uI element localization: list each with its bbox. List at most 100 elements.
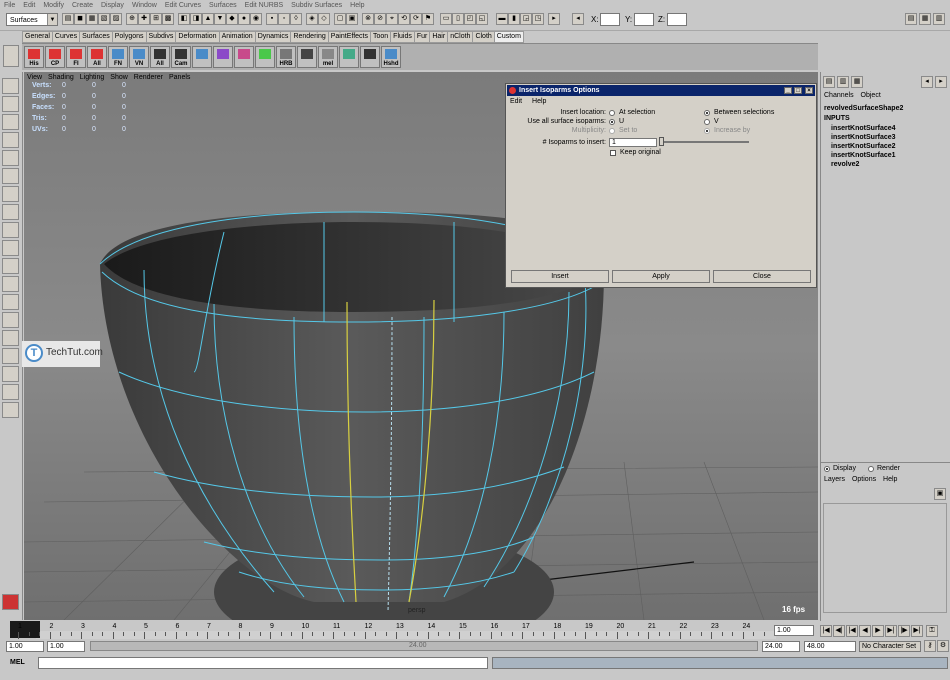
mel-label[interactable]: MEL [10,659,25,666]
step-back-icon[interactable]: ◀| [833,625,845,637]
new-layer-icon[interactable]: ▣ [934,488,946,500]
dialog-menu-help[interactable]: Help [532,98,546,105]
toolbar-tool-icon[interactable]: ◇ [318,13,330,25]
toolbar-tool-icon[interactable]: ⚑ [422,13,434,25]
toolbar-tool-icon[interactable]: ▬ [496,13,508,25]
layer-list[interactable] [823,503,947,613]
tool-settings-icon[interactable]: ▥ [933,13,945,25]
toolbar-tool-icon[interactable]: ◈ [306,13,318,25]
shelf-button-16[interactable] [360,46,380,68]
radio-increase-by[interactable] [704,128,710,134]
layout-four-icon[interactable] [2,294,19,310]
character-set-select[interactable]: No Character Set [859,641,921,652]
shelf-tab-surfaces[interactable]: Surfaces [79,31,113,43]
shelf-scroll[interactable] [938,30,948,68]
shelf-tab-dynamics[interactable]: Dynamics [254,31,292,43]
shelf-button-6[interactable]: All [150,46,170,68]
toolbar-tool-icon[interactable]: ▲ [202,13,214,25]
shelf-button-1[interactable]: CP [45,46,65,68]
menu-options[interactable]: Options [852,476,876,483]
scroll-up-icon[interactable]: ◂ [921,76,933,88]
scroll-down-icon[interactable]: ▸ [935,76,947,88]
shelf-button-8[interactable] [192,46,212,68]
playback-start-field[interactable]: 1.00 [47,641,85,652]
shelf-button-13[interactable] [297,46,317,68]
y-field[interactable] [634,13,654,26]
current-frame-marker[interactable] [10,621,40,638]
insert-button[interactable]: Insert [511,270,609,283]
shelf-button-14[interactable]: mel [318,46,338,68]
show-manip-icon[interactable] [2,240,19,256]
shelf-button-17[interactable]: Hshd [381,46,401,68]
close-icon[interactable]: × [805,87,813,94]
shelf-tab-curves[interactable]: Curves [51,31,81,43]
menu-layers[interactable]: Layers [824,476,845,483]
toolbar-tool-icon[interactable]: ▫ [278,13,290,25]
layout-hypershade-icon[interactable] [2,366,19,382]
toolbar-tool-icon[interactable]: ◧ [178,13,190,25]
toolbar-tool-icon[interactable]: ▢ [334,13,346,25]
shelf-tab-general[interactable]: General [22,31,53,43]
toolbar-tool-icon[interactable]: ◊ [290,13,302,25]
menu-channels[interactable]: Channels [824,92,854,99]
toolbar-tool-icon[interactable]: ⊗ [362,13,374,25]
dialog-titlebar[interactable]: Insert Isoparms Options _ □ × [507,85,815,96]
menu-help[interactable]: Help [883,476,897,483]
shelf-button-12[interactable]: HRB [276,46,296,68]
sculpt-icon[interactable] [2,222,19,238]
apply-button[interactable]: Apply [612,270,710,283]
isoparms-slider-handle[interactable] [659,137,664,146]
shelf-tab-hair[interactable]: Hair [429,31,449,43]
last-tool-icon[interactable] [2,258,19,274]
toolbar-tool-icon[interactable]: ▣ [346,13,358,25]
layout-persp-icon[interactable] [2,312,19,328]
lasso-tool-icon[interactable] [2,96,19,112]
layer-editor-icon[interactable]: ▥ [837,76,849,88]
toolbar-tool-icon[interactable]: ▧ [98,13,110,25]
layout-graph-icon[interactable] [2,348,19,364]
scale-tool-icon[interactable] [2,168,19,184]
input-node[interactable]: insertKnotSurface4 [831,125,896,132]
toolbar-tool-icon[interactable]: ◼ [74,13,86,25]
channel-layer-icon[interactable]: ▦ [851,76,863,88]
viewport-menu-panels[interactable]: Panels [166,73,193,83]
toolbar-tool-icon[interactable]: ◆ [226,13,238,25]
time-slider[interactable]: 1 2 3 4 5 6 7 8 9 10 11 12 13 14 15 16 17 18 19 20 21 22 23 24 [0,621,818,639]
play-backwards-icon[interactable]: ◀ [859,625,871,637]
toolbar-tool-icon[interactable]: ◲ [520,13,532,25]
toolbar-tool-icon[interactable]: ◰ [464,13,476,25]
viewport-menu-show[interactable]: Show [107,73,131,83]
toolbar-tool-icon[interactable]: ◉ [250,13,262,25]
toolbar-tool-icon[interactable]: ◱ [476,13,488,25]
shelf-button-11[interactable] [255,46,275,68]
x-field[interactable] [600,13,620,26]
radio-v[interactable] [704,119,710,125]
move-tool-icon[interactable] [2,132,19,148]
shelf-tab-fur[interactable]: Fur [413,31,431,43]
shelf-button-7[interactable]: Cam [171,46,191,68]
dialog-menu-edit[interactable]: Edit [510,98,522,105]
layout-outliner-icon[interactable] [2,330,19,346]
toolbar-tool-icon[interactable]: ⊘ [374,13,386,25]
toolbar-tool-icon[interactable]: ⟳ [410,13,422,25]
toolbar-tool-icon[interactable]: ▸ [548,13,560,25]
soft-mod-icon[interactable] [2,204,19,220]
paint-select-icon[interactable] [2,114,19,130]
shelf-button-0[interactable]: His [24,46,44,68]
selected-node[interactable]: revolvedSurfaceShape2 [824,105,903,112]
chevron-down-icon[interactable]: ▼ [47,14,57,25]
shelf-button-5[interactable]: VN [129,46,149,68]
input-node[interactable]: insertKnotSurface1 [831,152,896,159]
layout-render-icon[interactable] [2,384,19,400]
input-node[interactable]: revolve2 [831,161,859,168]
toolbar-tool-icon[interactable]: ⟲ [398,13,410,25]
start-time-field[interactable]: 1.00 [6,641,44,652]
shelf-tab-rendering[interactable]: Rendering [290,31,329,43]
toolbar-tool-icon[interactable]: ▪ [266,13,278,25]
layout-single-icon[interactable] [2,276,19,292]
current-time-field[interactable]: 1.00 [774,625,814,636]
shelf-tab-ncloth[interactable]: nCloth [447,31,474,43]
toolbar-tool-icon[interactable]: ⊕ [126,13,138,25]
menu-object[interactable]: Object [861,92,881,99]
shelf-button-2[interactable]: FI [66,46,86,68]
